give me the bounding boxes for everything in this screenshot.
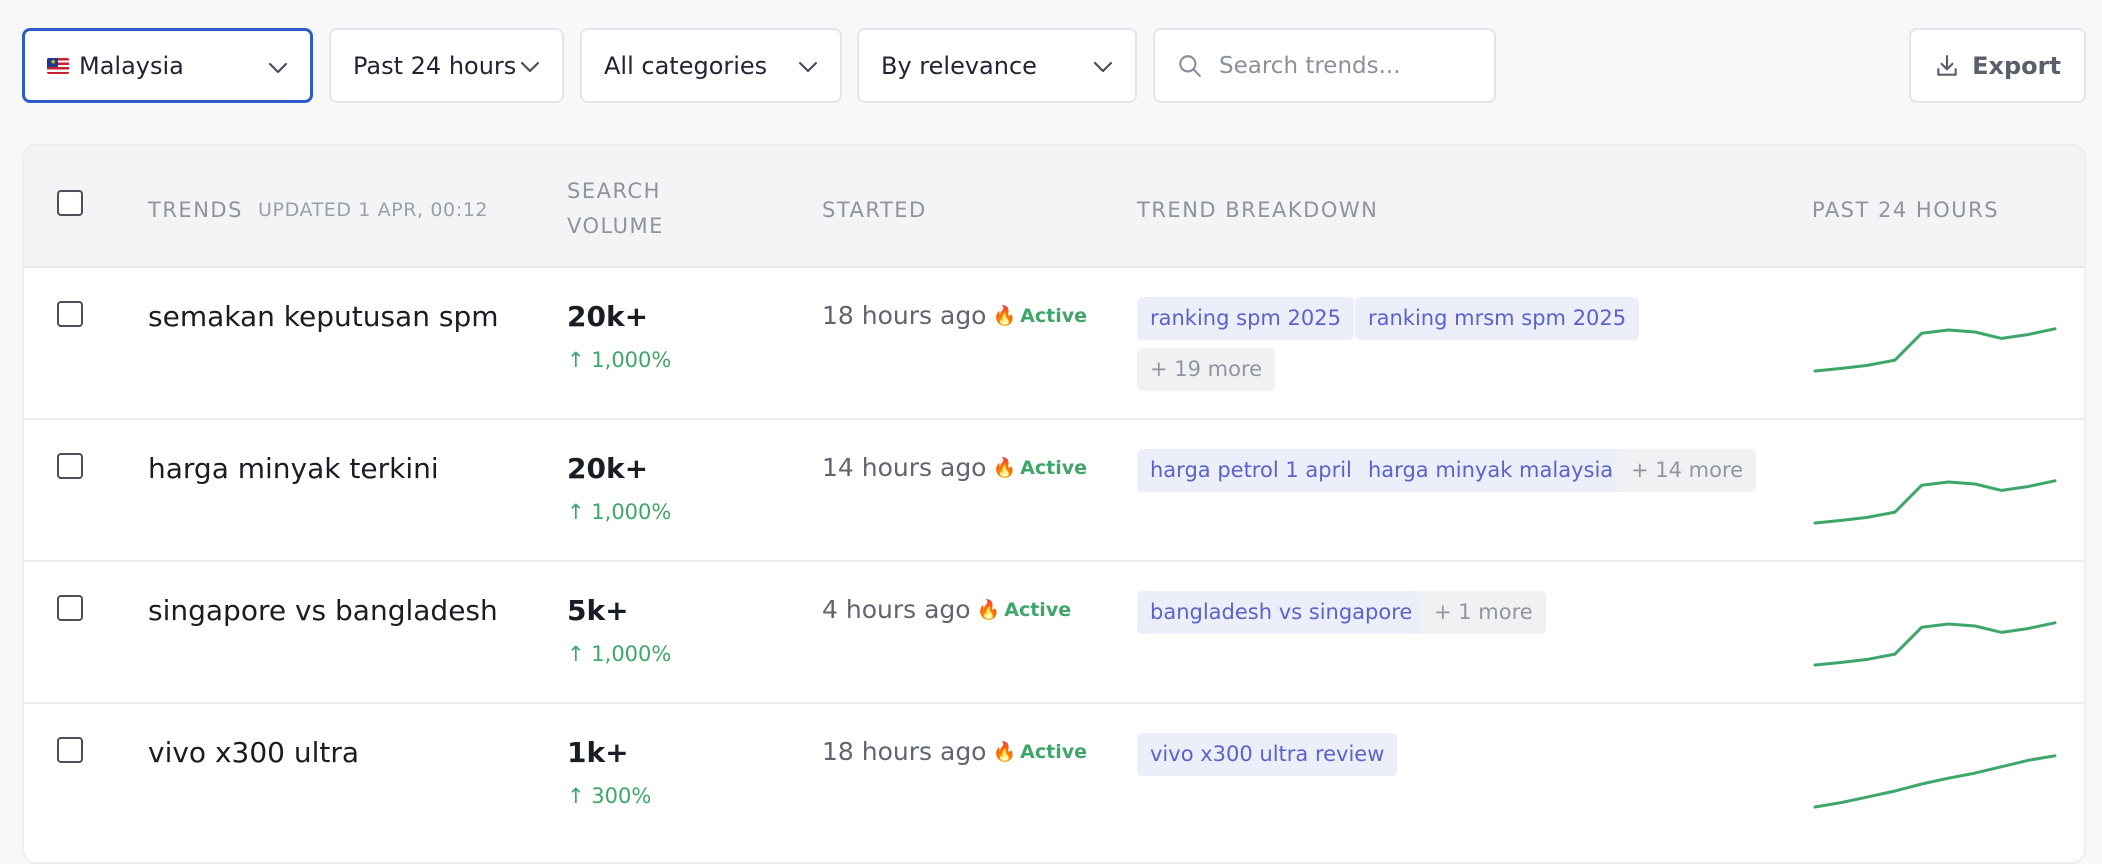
trend-sparkline <box>1813 327 2057 373</box>
row-checkbox[interactable] <box>57 301 83 327</box>
volume-change: ↑ 1,000% <box>567 642 671 666</box>
trends-table: TRENDS UPDATED 1 APR, 00:12 SEARCH VOLUM… <box>22 144 2086 864</box>
search-input[interactable] <box>1219 52 1479 79</box>
time-range-select-value: Past 24 hours <box>353 51 517 80</box>
volume-change-value: 1,000% <box>591 642 672 666</box>
more-tags-chip[interactable]: + 14 more <box>1618 449 1757 492</box>
started-time: 18 hours ago <box>822 301 987 330</box>
search-volume: 5k+ <box>567 594 629 627</box>
arrow-up-icon: ↑ <box>567 784 592 808</box>
search-volume: 1k+ <box>567 736 629 769</box>
status-badge: Active <box>1020 304 1087 327</box>
trend-sparkline <box>1813 621 2057 667</box>
query-tag[interactable]: vivo x300 ultra review <box>1137 733 1398 776</box>
malaysia-flag-icon: ★ <box>47 57 69 74</box>
fire-icon: 🔥 <box>976 599 1001 621</box>
export-button[interactable]: Export <box>1909 28 2086 103</box>
sort-select[interactable]: By relevance <box>857 28 1137 103</box>
row-checkbox[interactable] <box>57 737 83 763</box>
sparkline-series <box>1813 754 2057 809</box>
chevron-down-icon <box>798 61 818 73</box>
search-volume: 20k+ <box>567 452 649 485</box>
export-label: Export <box>1972 51 2061 80</box>
filter-toolbar: ★ Malaysia Past 24 hours All categories … <box>22 28 2086 103</box>
trend-sparkline <box>1813 479 2057 525</box>
started-cell: 18 hours ago 🔥 Active <box>822 301 1087 330</box>
trend-term[interactable]: singapore vs bangladesh <box>148 594 498 627</box>
started-time: 14 hours ago <box>822 453 987 482</box>
header-trend-breakdown: TREND BREAKDOWN <box>1137 198 1379 222</box>
chevron-down-icon <box>268 62 288 74</box>
search-volume: 20k+ <box>567 300 649 333</box>
row-checkbox[interactable] <box>57 595 83 621</box>
category-select-value: All categories <box>604 51 768 80</box>
header-search-volume-line1: SEARCH <box>567 179 661 203</box>
time-range-select[interactable]: Past 24 hours <box>329 28 564 103</box>
header-trends: TRENDS <box>148 198 243 222</box>
fire-icon: 🔥 <box>992 305 1017 327</box>
volume-change-value: 1,000% <box>591 348 672 372</box>
status-badge: Active <box>1020 740 1087 763</box>
started-cell: 4 hours ago 🔥 Active <box>822 595 1071 624</box>
search-icon <box>1179 54 1201 77</box>
arrow-up-icon: ↑ <box>567 642 592 666</box>
status-badge: Active <box>1004 598 1072 621</box>
table-row[interactable]: singapore vs bangladesh 5k+ ↑ 1,000% 4 h… <box>24 562 2084 704</box>
query-tag[interactable]: ranking spm 2025 <box>1137 297 1354 340</box>
download-icon <box>1937 54 1957 76</box>
region-select[interactable]: ★ Malaysia <box>22 28 313 103</box>
table-header: TRENDS UPDATED 1 APR, 00:12 SEARCH VOLUM… <box>24 146 2084 268</box>
sparkline-series <box>1813 621 2057 667</box>
sparkline-series <box>1813 327 2057 373</box>
header-past-24-hours: PAST 24 HOURS <box>1812 198 2000 222</box>
more-tags-chip[interactable]: + 1 more <box>1421 591 1546 634</box>
header-search-volume[interactable]: SEARCH VOLUME <box>567 174 664 244</box>
query-tag[interactable]: harga petrol 1 april <box>1137 449 1365 492</box>
trend-term[interactable]: semakan keputusan spm <box>148 300 499 333</box>
started-cell: 14 hours ago 🔥 Active <box>822 453 1087 482</box>
volume-change-value: 300% <box>591 784 652 808</box>
chevron-down-icon <box>1093 61 1113 73</box>
trend-term[interactable]: vivo x300 ultra <box>148 736 359 769</box>
query-tag[interactable]: harga minyak malaysia <box>1355 449 1627 492</box>
volume-change: ↑ 1,000% <box>567 348 671 372</box>
trend-term[interactable]: harga minyak terkini <box>148 452 439 485</box>
table-row[interactable]: vivo x300 ultra 1k+ ↑ 300% 18 hours ago … <box>24 704 2084 846</box>
query-tag[interactable]: ranking mrsm spm 2025 <box>1355 297 1640 340</box>
volume-change-value: 1,000% <box>591 500 672 524</box>
trend-sparkline <box>1813 754 2057 809</box>
table-row[interactable]: semakan keputusan spm 20k+ ↑ 1,000% 18 h… <box>24 268 2084 420</box>
arrow-up-icon: ↑ <box>567 500 592 524</box>
header-search-volume-line2: VOLUME <box>567 214 664 238</box>
chevron-down-icon <box>520 61 540 73</box>
volume-change: ↑ 1,000% <box>567 500 671 524</box>
started-time: 4 hours ago <box>822 595 971 624</box>
table-row[interactable]: harga minyak terkini 20k+ ↑ 1,000% 14 ho… <box>24 420 2084 562</box>
fire-icon: 🔥 <box>992 457 1017 479</box>
sort-select-value: By relevance <box>881 51 1037 80</box>
volume-change: ↑ 300% <box>567 784 651 808</box>
header-updated: UPDATED 1 APR, 00:12 <box>258 199 489 221</box>
started-cell: 18 hours ago 🔥 Active <box>822 737 1087 766</box>
started-time: 18 hours ago <box>822 737 987 766</box>
search-box <box>1153 28 1496 103</box>
arrow-up-icon: ↑ <box>567 348 592 372</box>
header-started[interactable]: STARTED <box>822 193 927 228</box>
query-tag[interactable]: bangladesh vs singapore <box>1137 591 1426 634</box>
category-select[interactable]: All categories <box>580 28 842 103</box>
status-badge: Active <box>1020 456 1087 479</box>
select-all-checkbox[interactable] <box>57 190 83 216</box>
region-select-value: Malaysia <box>79 51 184 80</box>
more-tags-chip[interactable]: + 19 more <box>1137 348 1276 391</box>
sparkline-series <box>1813 479 2057 525</box>
row-checkbox[interactable] <box>57 453 83 479</box>
fire-icon: 🔥 <box>992 741 1017 763</box>
